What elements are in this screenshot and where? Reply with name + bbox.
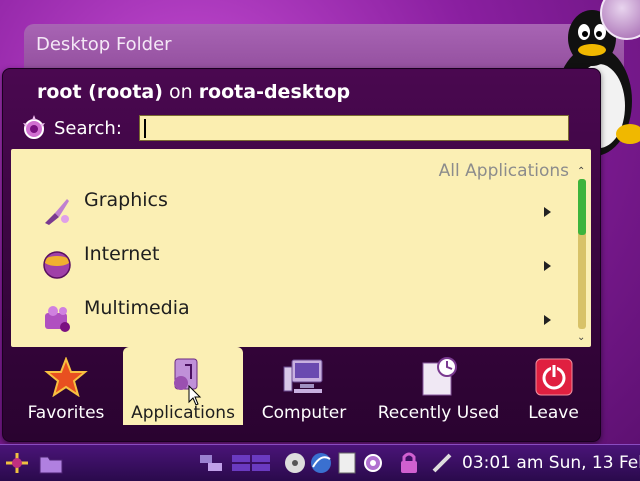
applications-panel: All Applications Graphics Internet Multi… [11,149,591,347]
menu-launcher-icon[interactable] [4,451,30,475]
graphics-icon [45,199,69,225]
window-list-icon[interactable] [198,451,224,475]
disc-icon[interactable] [282,451,308,475]
folder-icon[interactable] [38,451,64,475]
apps-scrollbar[interactable]: ⌃ ⌄ [575,167,589,343]
internet-icon [43,251,71,279]
text-caret [144,119,146,138]
nav-favorites[interactable]: Favorites [11,347,121,425]
nav-label: Leave [528,403,579,423]
desktop-folder-window[interactable]: Desktop Folder [24,24,624,70]
nav-label: Favorites [27,403,105,423]
category-label: Multimedia [84,297,190,319]
power-icon [535,358,572,396]
user-name: root (roota) [37,81,163,103]
scroll-down-icon[interactable]: ⌄ [577,333,585,343]
search-input[interactable] [139,115,569,141]
application-menu: root (roota) on roota-desktop Search: Al… [2,68,601,442]
user-host-line: root (roota) on roota-desktop [37,81,350,103]
submenu-arrow-icon [544,315,551,325]
scroll-thumb[interactable] [578,179,586,235]
category-label: Graphics [84,189,168,211]
clock[interactable]: 03:01 am Sun, 13 Feb [462,453,640,473]
nav-applications[interactable]: Applications [123,347,243,425]
category-label: Internet [84,243,160,265]
submenu-arrow-icon [544,261,551,271]
nav-recently-used[interactable]: Recently Used [366,347,511,425]
category-graphics[interactable]: Graphics [11,179,571,233]
computer-icon [283,359,323,393]
mouse-cursor-icon [188,385,202,406]
nav-computer[interactable]: Computer [249,347,359,425]
category-multimedia[interactable]: Multimedia [11,287,571,341]
clock-document-icon [422,357,457,396]
multimedia-icon [45,306,70,332]
submenu-arrow-icon [544,207,551,217]
star-icon [44,357,88,397]
network-plug-icon[interactable] [430,451,456,475]
desktop-folder-title: Desktop Folder [36,34,172,55]
search-gear-icon [23,115,45,139]
workspace-switcher-icon[interactable] [230,451,274,475]
nav-label: Recently Used [377,403,500,423]
all-applications-header: All Applications [438,161,569,181]
nav-leave[interactable]: Leave [516,347,591,425]
host-name: roota-desktop [198,81,351,103]
nav-label: Applications [131,403,235,423]
browser-icon[interactable] [308,451,334,475]
nav-label: Computer [261,403,347,423]
taskbar: 03:01 am Sun, 13 Feb [0,444,640,481]
menu-navigation: Favorites Applications Computer Recently… [11,347,591,427]
on-word: on [168,81,193,103]
category-internet[interactable]: Internet [11,233,571,287]
document-icon[interactable] [334,451,360,475]
search-label: Search: [54,118,122,139]
scroll-up-icon[interactable]: ⌃ [577,167,585,177]
scroll-track[interactable] [578,179,586,329]
settings-gear-icon[interactable] [360,451,386,475]
lock-icon[interactable] [396,451,422,475]
